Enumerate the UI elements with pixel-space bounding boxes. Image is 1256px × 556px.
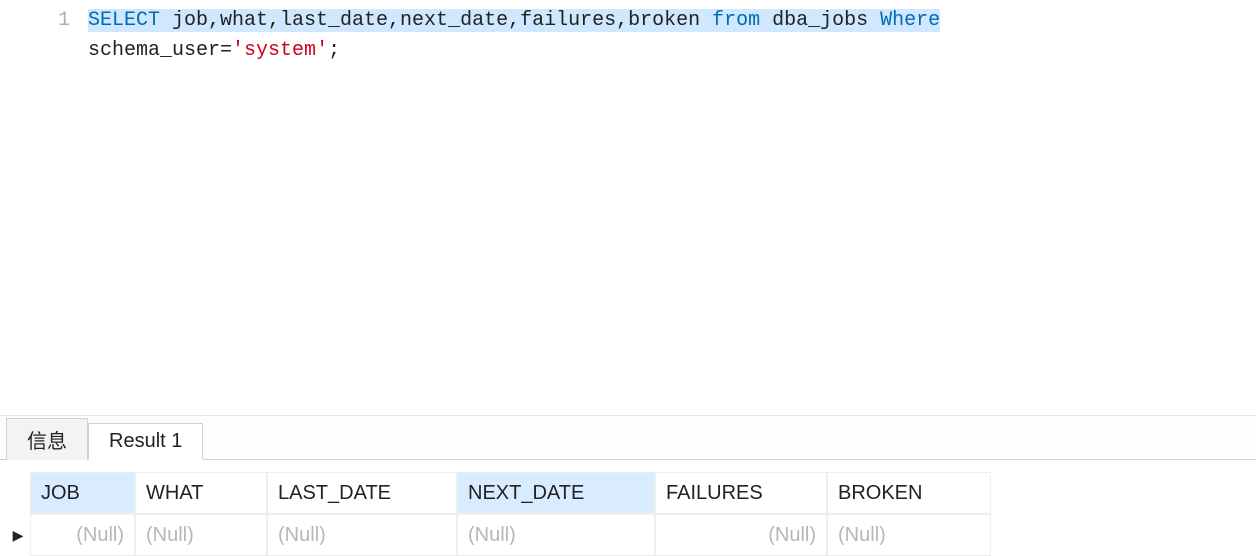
cell-next-date[interactable]: (Null) bbox=[457, 514, 655, 556]
col-header-failures[interactable]: FAILURES bbox=[655, 472, 827, 514]
cell-failures[interactable]: (Null) bbox=[655, 514, 827, 556]
sql-columns: job,what,last_date,next_date,failures,br… bbox=[160, 9, 712, 32]
tab-info[interactable]: 信息 bbox=[6, 418, 88, 460]
row-handle-current[interactable]: ▶ bbox=[6, 514, 30, 556]
col-header-last-date[interactable]: LAST_DATE bbox=[267, 472, 457, 514]
row-selector-column: ▶ bbox=[6, 472, 30, 556]
row-selector-header-spacer bbox=[6, 472, 30, 514]
results-grid[interactable]: JOB WHAT LAST_DATE NEXT_DATE FAILURES BR… bbox=[30, 472, 991, 556]
sql-tail: ; bbox=[328, 39, 340, 62]
cell-broken[interactable]: (Null) bbox=[827, 514, 991, 556]
col-header-what[interactable]: WHAT bbox=[135, 472, 267, 514]
col-header-next-date[interactable]: NEXT_DATE bbox=[457, 472, 655, 514]
string-close: ' bbox=[316, 39, 328, 62]
table-row[interactable]: (Null) (Null) (Null) (Null) (Null) (Null… bbox=[30, 514, 991, 556]
sql-table: dba_jobs bbox=[760, 9, 880, 32]
keyword-from: from bbox=[712, 9, 760, 32]
sql-predicate: schema_user= bbox=[88, 39, 232, 62]
keyword-select: SELECT bbox=[88, 9, 160, 32]
result-tabs: 信息 Result 1 bbox=[0, 416, 1256, 460]
sql-editor-pane[interactable]: 1 SELECT job,what,last_date,next_date,fa… bbox=[0, 0, 1256, 416]
cell-job[interactable]: (Null) bbox=[30, 514, 135, 556]
keyword-where: Where bbox=[880, 9, 940, 32]
sql-code[interactable]: SELECT job,what,last_date,next_date,fail… bbox=[88, 6, 1256, 415]
editor-gutter: 1 bbox=[0, 6, 88, 415]
grid-header-row: JOB WHAT LAST_DATE NEXT_DATE FAILURES BR… bbox=[30, 472, 991, 514]
col-header-broken[interactable]: BROKEN bbox=[827, 472, 991, 514]
tab-result-1[interactable]: Result 1 bbox=[88, 423, 203, 460]
string-open: ' bbox=[232, 39, 244, 62]
col-header-job[interactable]: JOB bbox=[30, 472, 135, 514]
string-value: system bbox=[244, 39, 316, 62]
current-row-arrow-icon: ▶ bbox=[13, 527, 24, 544]
line-number: 1 bbox=[0, 6, 70, 36]
cell-what[interactable]: (Null) bbox=[135, 514, 267, 556]
results-pane: ▶ JOB WHAT LAST_DATE NEXT_DATE FAILURES … bbox=[0, 460, 1256, 556]
cell-last-date[interactable]: (Null) bbox=[267, 514, 457, 556]
